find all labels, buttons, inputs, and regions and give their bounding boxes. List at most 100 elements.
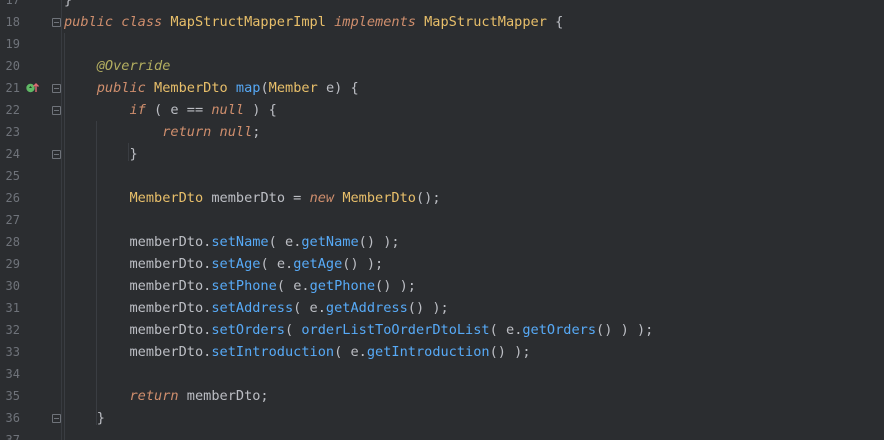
fold-icon[interactable] xyxy=(52,414,61,423)
code-token: } xyxy=(64,146,138,162)
code-line[interactable]: 23 return null; xyxy=(0,121,884,143)
code-line[interactable]: 24 } xyxy=(0,143,884,165)
code-text[interactable]: return null; xyxy=(64,121,260,143)
code-token: e xyxy=(350,344,359,360)
code-text[interactable]: memberDto.setIntroduction( e.getIntroduc… xyxy=(64,341,531,363)
code-token: . xyxy=(317,300,326,316)
code-text[interactable]: memberDto.setAge( e.getAge() ); xyxy=(64,253,383,275)
code-line[interactable]: 21 public MemberDto map(Member e) { xyxy=(0,77,884,99)
code-text[interactable]: MemberDto memberDto = new MemberDto(); xyxy=(64,187,441,209)
code-text[interactable]: @Override xyxy=(64,55,171,77)
code-token: getIntroduction xyxy=(366,344,490,360)
code-token: memberDto = xyxy=(203,190,310,206)
code-token: ( xyxy=(260,256,277,272)
code-text[interactable]: return memberDto; xyxy=(64,385,268,407)
code-token: ( xyxy=(260,80,269,96)
code-token: Member xyxy=(268,80,318,96)
code-text[interactable]: } xyxy=(64,143,138,165)
code-line[interactable]: 33 memberDto.setIntroduction( e.getIntro… xyxy=(0,341,884,363)
code-token: MapStructMapper xyxy=(424,14,547,30)
code-text[interactable]: public class MapStructMapperImpl impleme… xyxy=(64,11,563,33)
indent-guide xyxy=(64,33,65,440)
code-token: getName xyxy=(301,234,359,250)
line-number: 27 xyxy=(5,213,20,227)
code-token: (); xyxy=(415,190,441,206)
code-text[interactable]: public MemberDto map(Member e) { xyxy=(64,77,359,99)
code-line[interactable]: 29 memberDto.setAge( e.getAge() ); xyxy=(0,253,884,275)
code-text[interactable]: memberDto.setPhone( e.getPhone() ); xyxy=(64,275,416,297)
code-token: memberDto. xyxy=(64,234,212,250)
code-token: () ); xyxy=(489,344,531,360)
line-number: 30 xyxy=(5,279,20,293)
code-line[interactable]: 18 public class MapStructMapperImpl imple… xyxy=(0,11,884,33)
implementing-method-icon[interactable] xyxy=(26,82,39,93)
code-token: return xyxy=(162,124,212,140)
code-text[interactable]: memberDto.setAddress( e.getAddress() ); xyxy=(64,297,449,319)
code-token: e xyxy=(285,234,294,250)
code-token: ) { xyxy=(244,102,277,118)
code-token: . xyxy=(358,344,367,360)
code-token: setOrders xyxy=(211,322,285,338)
code-token: getPhone xyxy=(309,278,376,294)
fold-icon[interactable] xyxy=(52,84,61,93)
code-token: () ); xyxy=(407,300,449,316)
code-token: ( xyxy=(489,322,506,338)
code-text[interactable]: memberDto.setName( e.getName() ); xyxy=(64,231,399,253)
code-token: MapStructMapperImpl xyxy=(170,14,326,30)
code-token: ( xyxy=(276,278,294,294)
code-text[interactable]: if ( e == null ) { xyxy=(64,99,277,121)
code-line[interactable]: 26 MemberDto memberDto = new MemberDto()… xyxy=(0,187,884,209)
code-token: ( xyxy=(145,102,171,118)
code-token: null xyxy=(211,102,245,118)
code-line[interactable]: 36 } xyxy=(0,407,884,429)
code-token: getOrders xyxy=(522,322,597,338)
line-number: 28 xyxy=(5,235,20,249)
code-line[interactable]: 35 return memberDto; xyxy=(0,385,884,407)
code-line[interactable]: 34 xyxy=(0,363,884,385)
code-line[interactable]: 19 xyxy=(0,33,884,55)
code-token: ( xyxy=(334,344,351,360)
code-line[interactable]: 27 xyxy=(0,209,884,231)
code-editor[interactable]: 17} 18 public class MapStructMapperImpl im… xyxy=(0,0,884,440)
code-token: null xyxy=(219,124,253,140)
code-token: . xyxy=(285,256,294,272)
code-line[interactable]: 20 @Override xyxy=(0,55,884,77)
code-text[interactable]: } xyxy=(64,407,105,429)
code-line[interactable]: 17} xyxy=(0,0,884,11)
indent-guide xyxy=(96,121,97,425)
code-token: ; xyxy=(252,124,261,140)
fold-icon[interactable] xyxy=(52,106,61,115)
line-number: 35 xyxy=(5,389,20,403)
code-line[interactable]: 37 xyxy=(0,429,884,440)
code-token: ( xyxy=(268,234,285,250)
fold-icon[interactable] xyxy=(52,150,61,159)
fold-icon[interactable] xyxy=(52,18,61,27)
code-line[interactable]: 28 memberDto.setName( e.getName() ); xyxy=(0,231,884,253)
code-line[interactable]: 25 xyxy=(0,165,884,187)
code-token: memberDto. xyxy=(64,256,212,272)
code-line[interactable]: 32 memberDto.setOrders( orderListToOrder… xyxy=(0,319,884,341)
code-line[interactable]: 30 memberDto.setPhone( e.getPhone() ); xyxy=(0,275,884,297)
code-text[interactable]: } xyxy=(64,0,72,11)
code-token: e xyxy=(325,80,335,96)
code-token: ) { xyxy=(334,80,359,96)
code-text[interactable]: memberDto.setOrders( orderListToOrderDto… xyxy=(64,319,653,341)
code-token: memberDto. xyxy=(64,300,212,316)
code-token: ( xyxy=(293,300,310,316)
line-number: 25 xyxy=(5,169,20,183)
code-token: e xyxy=(506,322,515,338)
code-line[interactable]: 31 memberDto.setAddress( e.getAddress() … xyxy=(0,297,884,319)
code-token: map xyxy=(235,80,261,96)
code-token: return xyxy=(129,388,179,404)
code-token: implements xyxy=(334,14,416,30)
code-token: getAddress xyxy=(325,300,408,316)
line-number: 19 xyxy=(5,37,20,51)
code-line[interactable]: 22 if ( e == null ) { xyxy=(0,99,884,121)
line-number: 26 xyxy=(5,191,20,205)
